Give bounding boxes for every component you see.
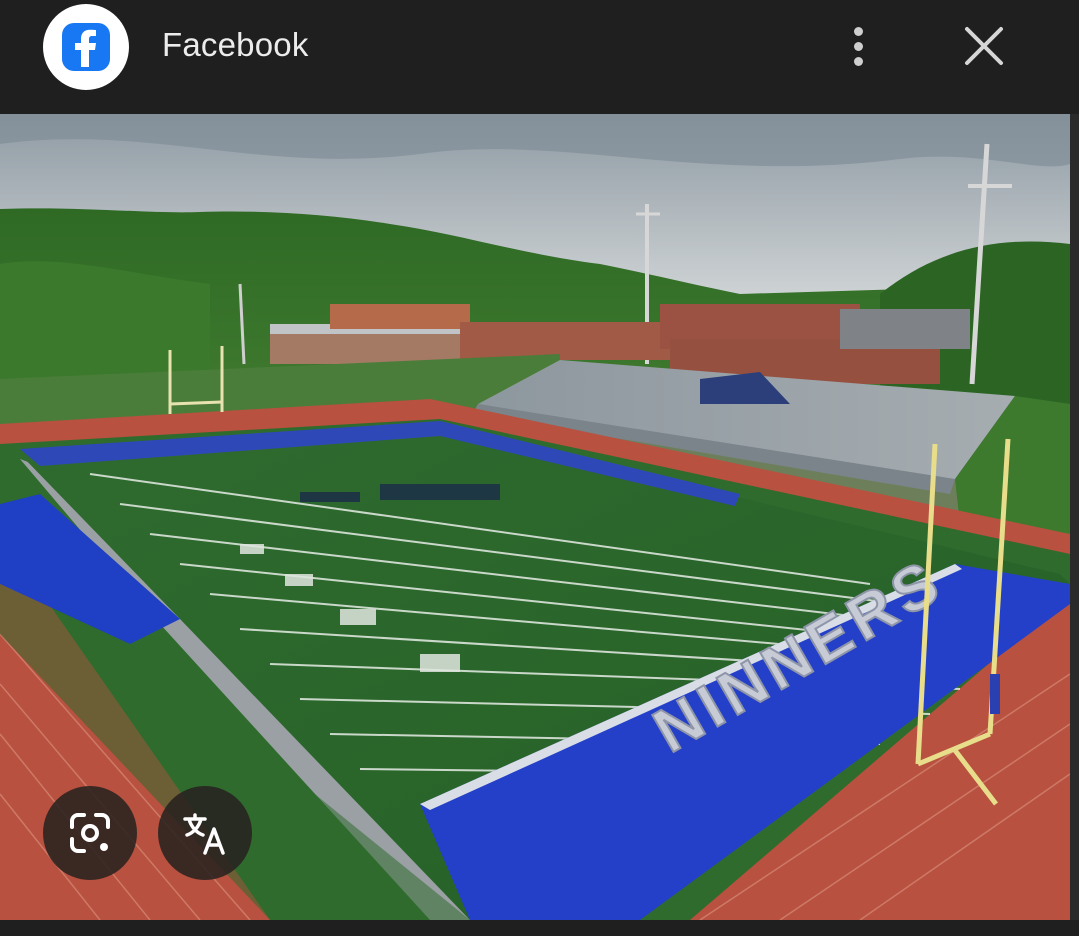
app-header: Facebook [0, 0, 1079, 114]
lens-search-icon [70, 813, 110, 853]
stadium-photo-illustration: NINNERS [0, 114, 1070, 920]
more-vertical-icon[interactable] [836, 20, 880, 72]
translate-button[interactable] [158, 786, 252, 880]
app-title: Facebook [162, 26, 309, 63]
stadium-image[interactable]: NINNERS [0, 114, 1070, 920]
facebook-logo-icon[interactable] [43, 4, 129, 90]
image-edge [1070, 114, 1079, 920]
bottom-bar [0, 920, 1079, 936]
translate-icon [183, 813, 225, 855]
lens-search-button[interactable] [43, 786, 137, 880]
close-icon[interactable] [958, 22, 1010, 70]
